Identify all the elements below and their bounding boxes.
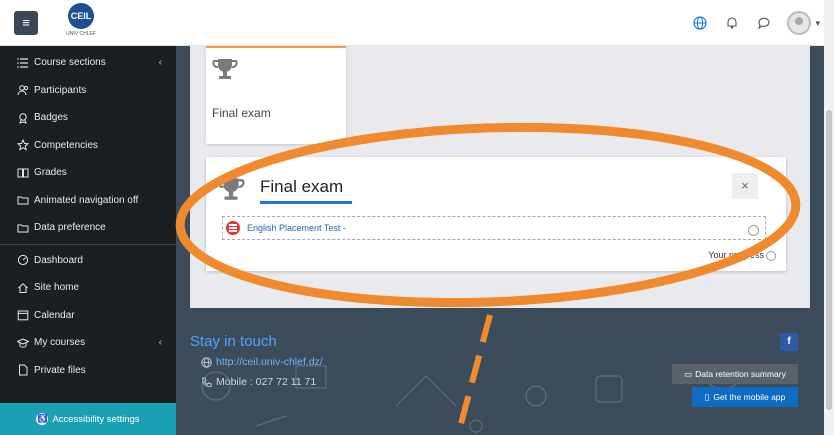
progress-indicator: Your progress <box>708 250 776 261</box>
sidebar-item-label: Calendar <box>34 309 75 321</box>
get-mobile-app-button[interactable]: ▯ Get the mobile app <box>692 387 798 407</box>
activity-row[interactable]: English Placement Test - <box>222 216 766 240</box>
briefcase-icon: ▭ <box>684 368 693 379</box>
avatar[interactable] <box>787 11 812 35</box>
phone-number: Mobile : 027 72 11 71 <box>216 376 317 388</box>
quiz-icon <box>226 221 240 235</box>
chevron-left-icon[interactable]: ‹ <box>159 57 162 68</box>
activity-card[interactable]: Final exam <box>206 46 346 144</box>
website-url[interactable]: http://ceil.univ-chlef.dz/ <box>216 356 323 368</box>
sidebar-item-animated-navigation[interactable]: Animated navigation off <box>0 187 176 215</box>
book-icon <box>16 166 30 180</box>
accessibility-icon: ♿ <box>36 413 49 425</box>
sidebar-item-calendar[interactable]: Calendar <box>0 302 176 330</box>
sidebar-item-label: Dashboard <box>34 254 83 266</box>
list-icon <box>16 56 30 70</box>
sidebar-item-label: Course sections <box>34 57 106 69</box>
bell-icon[interactable] <box>723 14 741 32</box>
sidebar-item-data-preference[interactable]: Data preference <box>0 214 176 242</box>
activity-link[interactable]: English Placement Test - <box>247 223 346 233</box>
sidebar-item-grades[interactable]: Grades <box>0 159 176 187</box>
progress-label: Your progress <box>708 250 764 260</box>
calendar-icon <box>16 308 30 322</box>
folder-icon <box>16 221 30 235</box>
accessibility-label: Accessibility settings <box>52 413 140 425</box>
sidebar-item-label: Animated navigation off <box>34 194 139 206</box>
users-icon <box>16 83 30 97</box>
mobile-icon: ▯ <box>704 391 710 402</box>
hamburger-icon[interactable]: ≡ <box>14 11 38 35</box>
chevron-down-icon[interactable]: ▾ <box>815 18 820 29</box>
main-content: Final exam Final exam × English Placemen… <box>176 46 824 435</box>
stay-in-touch-heading: Stay in touch <box>190 333 277 350</box>
facebook-icon[interactable]: f <box>780 333 798 351</box>
activity-modal: Final exam × English Placement Test - Yo… <box>206 157 786 271</box>
navbar-actions: ▾ <box>691 11 820 35</box>
sidebar-item-label: Private files <box>34 364 86 376</box>
mobile-app-label: Get the mobile app <box>713 392 786 402</box>
page-scrollbar[interactable] <box>824 0 834 435</box>
graduation-icon <box>16 336 30 350</box>
sidebar-item-site-home[interactable]: Site home <box>0 274 176 302</box>
data-retention-button[interactable]: ▭ Data retention summary <box>672 364 798 384</box>
sidebar-item-dashboard[interactable]: Dashboard <box>0 247 176 275</box>
folder-icon <box>16 193 30 207</box>
sidebar-item-competencies[interactable]: Competencies <box>0 132 176 160</box>
home-icon <box>16 281 30 295</box>
gauge-icon <box>16 253 30 267</box>
footer-website-link[interactable]: http://ceil.univ-chlef.dz/ <box>200 356 323 368</box>
completion-checkbox[interactable] <box>748 225 759 236</box>
sidebar-item-participants[interactable]: Participants <box>0 77 176 105</box>
data-retention-label: Data retention summary <box>695 369 786 379</box>
sidebar-item-label: My courses <box>34 337 86 349</box>
sidebar-divider <box>0 243 176 245</box>
trophy-icon <box>216 175 246 208</box>
site-logo[interactable]: CEIL UNIV CHLEF <box>56 3 106 43</box>
sidebar-item-label: Data preference <box>34 222 106 234</box>
modal-title: Final exam <box>260 177 344 196</box>
logo-caption: UNIV CHLEF <box>66 31 96 37</box>
star-icon <box>16 138 30 152</box>
sidebar-item-my-courses[interactable]: My courses ‹ <box>0 329 176 357</box>
progress-info-icon[interactable] <box>766 250 776 261</box>
badge-icon <box>16 111 30 125</box>
sidebar: Course sections ‹ Participants Badges Co… <box>0 46 176 435</box>
sidebar-item-label: Grades <box>34 167 67 179</box>
file-icon <box>16 363 30 377</box>
sidebar-item-course-sections[interactable]: Course sections ‹ <box>0 49 176 77</box>
close-button[interactable]: × <box>732 173 758 199</box>
phone-icon <box>200 376 212 388</box>
footer-phone: Mobile : 027 72 11 71 <box>200 376 316 388</box>
chevron-left-icon[interactable]: ‹ <box>159 337 162 348</box>
globe-icon[interactable] <box>691 14 709 32</box>
globe-icon <box>200 356 212 368</box>
chat-icon[interactable] <box>755 14 773 32</box>
sidebar-item-label: Site home <box>34 282 80 294</box>
accessibility-settings-button[interactable]: ♿ Accessibility settings <box>0 403 176 435</box>
title-underline <box>260 201 352 204</box>
sidebar-item-private-files[interactable]: Private files <box>0 357 176 385</box>
trophy-icon <box>212 56 238 87</box>
scrollbar-thumb[interactable] <box>826 110 832 410</box>
sidebar-item-label: Participants <box>34 84 87 96</box>
sidebar-item-label: Badges <box>34 112 68 124</box>
sidebar-item-label: Competencies <box>34 139 98 151</box>
sidebar-item-badges[interactable]: Badges <box>0 104 176 132</box>
logo-mark: CEIL <box>68 3 94 29</box>
top-navbar: ≡ CEIL UNIV CHLEF ▾ <box>0 0 834 46</box>
activity-card-title: Final exam <box>212 106 271 120</box>
